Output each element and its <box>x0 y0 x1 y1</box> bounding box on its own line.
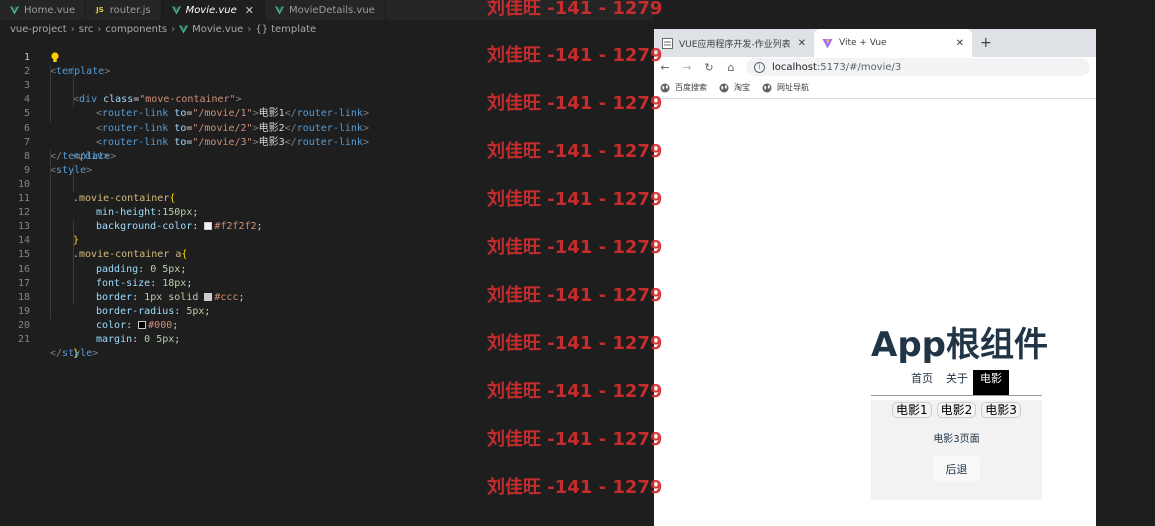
breadcrumb-item[interactable]: template <box>271 24 316 35</box>
nav-link-movie[interactable]: 电影 <box>973 370 1009 395</box>
breadcrumb-item[interactable]: vue-project <box>10 24 67 35</box>
tab-moviedetails-vue[interactable]: MovieDetails.vue <box>265 0 386 20</box>
watermark-text: 刘佳旺 -141 - 1279 <box>487 237 663 258</box>
bookmark-label: 网址导航 <box>777 83 809 92</box>
watermark-text: 刘佳旺 -141 - 1279 <box>487 141 663 162</box>
movie-link-1[interactable]: 电影1 <box>892 402 932 418</box>
browser-window: VUE应用程序开发-作业列表 ✕ Vite + Vue ✕ + ← → ↻ ⌂ … <box>654 29 1096 526</box>
watermark-text: 刘佳旺 -141 - 1279 <box>487 0 663 19</box>
tab-title: Vite + Vue <box>839 38 887 48</box>
chevron-right-icon: › <box>247 23 252 35</box>
url-host: localhost <box>772 61 817 73</box>
app-title: App根组件 <box>871 325 1048 365</box>
code-token: margin <box>96 333 133 345</box>
movie-page-text: 电影3页面 <box>933 434 980 445</box>
page-viewport: App根组件 首页 关于 电影 电影1 电影2 电影3 电影3页面 后退 <box>654 100 1096 526</box>
chevron-right-icon: › <box>171 23 176 35</box>
tab-title: VUE应用程序开发-作业列表 <box>679 39 791 50</box>
nav-link-home[interactable]: 首页 <box>911 370 933 395</box>
info-icon[interactable]: i <box>754 61 765 73</box>
bookmark-label: 百度搜索 <box>675 83 707 92</box>
breadcrumb-item[interactable]: components <box>105 24 167 35</box>
new-tab-button[interactable]: + <box>972 29 992 57</box>
chevron-right-icon: › <box>97 23 102 35</box>
bookmark-label: 淘宝 <box>734 83 750 92</box>
tab-home-vue[interactable]: Home.vue <box>0 0 87 20</box>
browser-toolbar: ← → ↻ ⌂ i localhost:5173/#/movie/3 <box>654 57 1096 77</box>
code-token: style <box>62 348 93 360</box>
bookmarks-bar: 百度搜索 淘宝 网址导航 <box>654 77 1096 99</box>
nav-link-about[interactable]: 关于 <box>946 370 968 395</box>
back-button[interactable]: 后退 <box>933 456 980 482</box>
desktop-background <box>1096 29 1155 526</box>
vite-icon <box>822 38 833 48</box>
watermark-text: 刘佳旺 -141 - 1279 <box>487 285 663 306</box>
tab-label: Home.vue <box>24 4 76 16</box>
tab-router-js[interactable]: JS router.js <box>86 0 162 20</box>
lightbulb-icon[interactable] <box>50 52 60 63</box>
globe-icon <box>719 83 729 92</box>
line-number: 21 <box>17 333 30 345</box>
breadcrumb-item[interactable]: Movie.vue <box>192 24 243 35</box>
bookmark-item[interactable]: 网址导航 <box>762 82 809 93</box>
watermark-text: 刘佳旺 -141 - 1279 <box>487 333 663 354</box>
globe-icon <box>762 83 772 92</box>
vue-file-icon <box>179 24 189 34</box>
app-nav: 首页 关于 电影 <box>871 370 1042 396</box>
tab-movie-vue[interactable]: Movie.vue ✕ <box>161 0 265 20</box>
code-line: 7 </template> <box>0 122 654 162</box>
vue-file-icon <box>10 5 19 15</box>
code-line: 10 min-height:150px; <box>0 163 654 218</box>
watermark-text: 刘佳旺 -141 - 1279 <box>487 93 663 114</box>
browser-tab-homework[interactable]: VUE应用程序开发-作业列表 ✕ <box>654 29 814 57</box>
breadcrumb-item[interactable]: src <box>79 24 94 35</box>
tab-label: Movie.vue <box>185 4 237 16</box>
browser-tab-strip: VUE应用程序开发-作业列表 ✕ Vite + Vue ✕ + <box>654 29 1096 57</box>
movie-link-2[interactable]: 电影2 <box>936 402 977 418</box>
page-icon <box>662 37 673 49</box>
tab-label: router.js <box>109 4 151 16</box>
movie-container: 电影1 电影2 电影3 电影3页面 后退 <box>871 400 1042 500</box>
home-icon[interactable]: ⌂ <box>720 61 742 74</box>
symbol-icon: {} <box>255 23 269 35</box>
bookmark-item[interactable]: 淘宝 <box>719 82 750 93</box>
address-bar[interactable]: i localhost:5173/#/movie/3 <box>746 58 1090 76</box>
browser-tab-vite[interactable]: Vite + Vue ✕ <box>814 29 972 57</box>
reload-icon[interactable]: ↻ <box>698 61 720 74</box>
watermark-text: 刘佳旺 -141 - 1279 <box>487 381 663 402</box>
tab-label: MovieDetails.vue <box>288 4 375 16</box>
movie-link-3[interactable]: 电影3 <box>981 402 1021 418</box>
watermark-text: 刘佳旺 -141 - 1279 <box>487 429 663 450</box>
chevron-right-icon: › <box>70 23 75 35</box>
close-icon[interactable]: ✕ <box>798 38 806 49</box>
code-line: 17 border-radius: 5px; <box>0 262 654 317</box>
vue-file-icon <box>171 5 181 15</box>
url-path: :5173/#/movie/3 <box>816 61 902 73</box>
code-token: 0 5px <box>144 333 175 345</box>
forward-arrow-icon[interactable]: → <box>676 61 698 74</box>
watermark-text: 刘佳旺 -141 - 1279 <box>487 477 663 498</box>
close-icon[interactable]: ✕ <box>956 38 964 49</box>
js-file-icon: JS <box>96 6 104 14</box>
vue-file-icon <box>274 5 284 15</box>
watermark-text: 刘佳旺 -141 - 1279 <box>487 189 663 210</box>
movie-links: 电影1 电影2 电影3 <box>892 402 1026 418</box>
watermark-text: 刘佳旺 -141 - 1279 <box>487 45 663 66</box>
code-line: 3 <router-link to="/movie/1">电影1</router… <box>0 65 654 119</box>
close-icon[interactable]: ✕ <box>245 4 254 17</box>
breadcrumb: vue-project › src › components › Movie.v… <box>10 22 316 36</box>
bookmark-item[interactable]: 百度搜索 <box>660 82 707 93</box>
